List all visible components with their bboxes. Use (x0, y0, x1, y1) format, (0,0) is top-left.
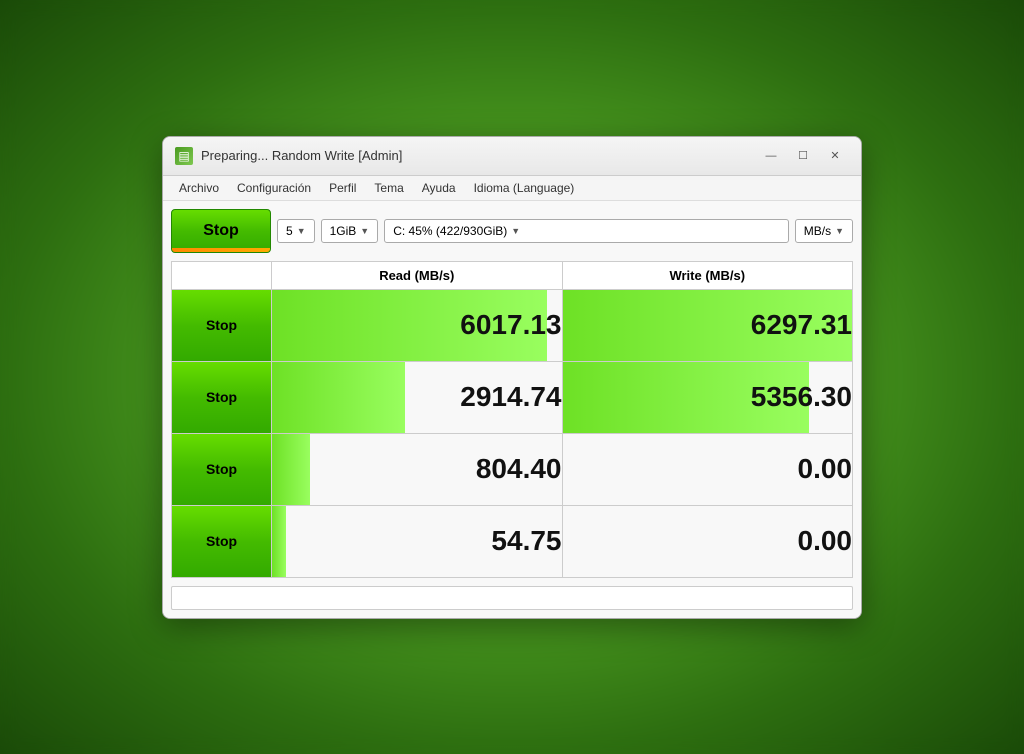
close-button[interactable]: ✕ (821, 145, 849, 167)
col-header-stop (172, 261, 272, 289)
stop-button-1[interactable]: Stop (172, 362, 271, 433)
menu-idioma[interactable]: Idioma (Language) (466, 178, 583, 198)
unit-value: MB/s (804, 224, 831, 238)
stop-cell-2: Stop (172, 433, 272, 505)
col-header-read: Read (MB/s) (272, 261, 563, 289)
drive-dropdown[interactable]: C: 45% (422/930GiB) ▼ (384, 219, 789, 243)
write-value-1: 5356.30 (562, 361, 853, 433)
menu-ayuda[interactable]: Ayuda (414, 178, 464, 198)
stop-button-0[interactable]: Stop (172, 290, 271, 361)
write-value-0: 6297.31 (562, 289, 853, 361)
read-value-1: 2914.74 (272, 361, 563, 433)
read-value-0: 6017.13 (272, 289, 563, 361)
count-dropdown-arrow: ▼ (297, 226, 306, 236)
status-bar (171, 586, 853, 610)
count-value: 5 (286, 224, 293, 238)
window-controls: — ☐ ✕ (757, 145, 849, 167)
read-value-2: 804.40 (272, 433, 563, 505)
main-window: Preparing... Random Write [Admin] — ☐ ✕ … (162, 136, 862, 619)
size-dropdown-arrow: ▼ (360, 226, 369, 236)
write-value-3: 0.00 (562, 505, 853, 577)
stop-button-large[interactable]: Stop (171, 209, 271, 253)
stop-button-3[interactable]: Stop (172, 506, 271, 577)
unit-dropdown-arrow: ▼ (835, 226, 844, 236)
drive-dropdown-arrow: ▼ (511, 226, 520, 236)
menu-perfil[interactable]: Perfil (321, 178, 364, 198)
read-value-3: 54.75 (272, 505, 563, 577)
unit-dropdown[interactable]: MB/s ▼ (795, 219, 853, 243)
size-dropdown[interactable]: 1GiB ▼ (321, 219, 379, 243)
app-icon (175, 147, 193, 165)
content-area: Stop 5 ▼ 1GiB ▼ C: 45% (422/930GiB) ▼ MB… (163, 201, 861, 618)
size-value: 1GiB (330, 224, 357, 238)
drive-value: C: 45% (422/930GiB) (393, 224, 507, 238)
maximize-button[interactable]: ☐ (789, 145, 817, 167)
menu-archivo[interactable]: Archivo (171, 178, 227, 198)
table-row: Stop54.750.00 (172, 505, 853, 577)
window-title: Preparing... Random Write [Admin] (201, 148, 749, 163)
table-row: Stop804.400.00 (172, 433, 853, 505)
stop-cell-3: Stop (172, 505, 272, 577)
stop-cell-0: Stop (172, 289, 272, 361)
minimize-button[interactable]: — (757, 145, 785, 167)
menu-configuracion[interactable]: Configuración (229, 178, 319, 198)
table-row: Stop2914.745356.30 (172, 361, 853, 433)
count-dropdown[interactable]: 5 ▼ (277, 219, 315, 243)
stop-cell-1: Stop (172, 361, 272, 433)
col-header-write: Write (MB/s) (562, 261, 853, 289)
menu-tema[interactable]: Tema (366, 178, 411, 198)
table-row: Stop6017.136297.31 (172, 289, 853, 361)
title-bar: Preparing... Random Write [Admin] — ☐ ✕ (163, 137, 861, 176)
toolbar-row: Stop 5 ▼ 1GiB ▼ C: 45% (422/930GiB) ▼ MB… (171, 209, 853, 253)
menu-bar: Archivo Configuración Perfil Tema Ayuda … (163, 176, 861, 201)
write-value-2: 0.00 (562, 433, 853, 505)
benchmark-table: Read (MB/s) Write (MB/s) Stop6017.136297… (171, 261, 853, 578)
stop-button-2[interactable]: Stop (172, 434, 271, 505)
